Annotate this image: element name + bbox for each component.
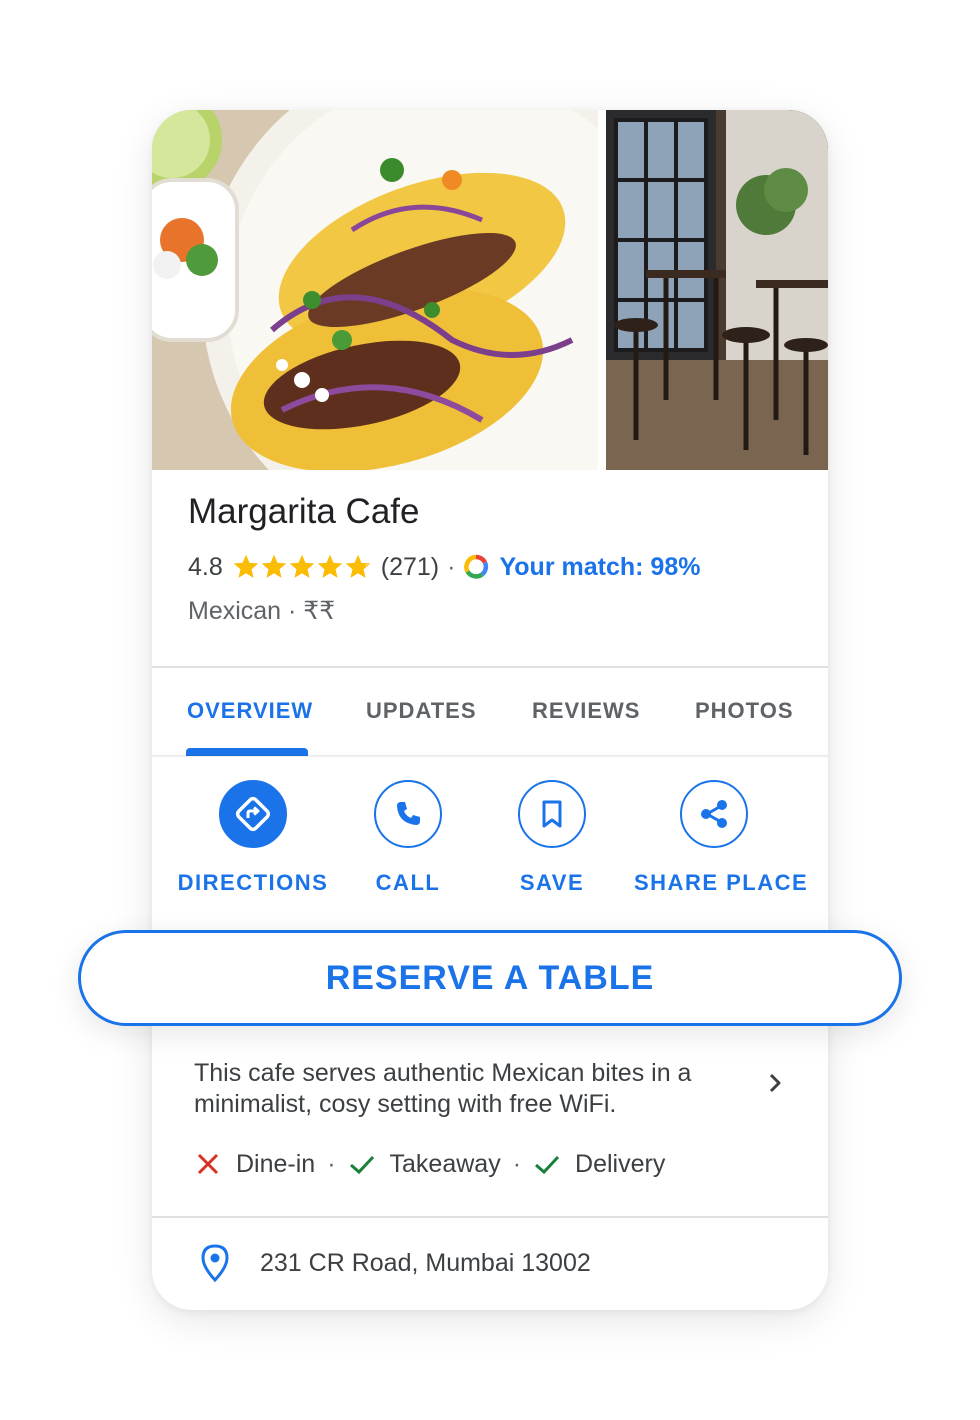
place-card: Margarita Cafe 4.8 (271) · Your match: 9… [152, 110, 828, 1310]
divider [152, 1216, 828, 1218]
tab-bar: OVERVIEW UPDATES REVIEWS PHOTOS [152, 668, 828, 756]
rating-value: 4.8 [188, 552, 223, 581]
directions-button[interactable]: DIRECTIONS [173, 780, 333, 910]
save-button[interactable]: SAVE [472, 780, 632, 910]
service-takeaway: Takeaway [389, 1149, 501, 1178]
location-pin-icon [201, 1244, 229, 1283]
star-full-icon [261, 554, 286, 578]
star-rating [233, 554, 373, 580]
separator-dot: · [327, 1149, 336, 1178]
save-label: SAVE [519, 870, 585, 895]
tabs-shadow [152, 755, 828, 758]
google-logo-icon [464, 554, 489, 579]
service-options: Dine-in · Takeaway · Delivery [194, 1148, 665, 1180]
address-row[interactable]: 231 CR Road, Mumbai 13002 [198, 1243, 591, 1283]
tab-updates[interactable]: UPDATES [366, 698, 477, 724]
star-full-icon [317, 554, 342, 578]
directions-icon [219, 780, 287, 848]
service-dine-in: Dine-in [236, 1149, 316, 1178]
food-photo[interactable] [152, 110, 598, 470]
tab-photos[interactable]: PHOTOS [695, 698, 794, 724]
bookmark-icon [518, 780, 586, 848]
star-partial-icon [345, 554, 370, 578]
star-full-icon [233, 554, 258, 578]
match-score[interactable]: Your match: 98% [499, 553, 700, 582]
rating-row: 4.8 (271) · Your match: 98% [188, 551, 700, 583]
check-icon [535, 1155, 560, 1175]
tab-overview[interactable]: OVERVIEW [187, 698, 313, 724]
interior-photo[interactable] [606, 110, 828, 470]
share-place-button[interactable]: SHARE PLACE [634, 780, 809, 910]
separator-dot: · [512, 1149, 522, 1178]
call-button[interactable]: CALL [328, 780, 488, 910]
star-full-icon [289, 554, 314, 578]
reserve-table-button[interactable]: RESERVE A TABLE [78, 930, 902, 1026]
address-text: 231 CR Road, Mumbai 13002 [260, 1248, 591, 1277]
separator-dot: · [447, 552, 456, 581]
service-delivery: Delivery [575, 1149, 666, 1178]
cross-icon [197, 1153, 219, 1175]
share-place-label: SHARE PLACE [634, 870, 809, 895]
photo-strip[interactable] [152, 110, 828, 470]
directions-label: DIRECTIONS [177, 870, 329, 895]
tab-reviews[interactable]: REVIEWS [532, 698, 640, 724]
check-icon [349, 1155, 374, 1175]
place-name: Margarita Cafe [188, 492, 420, 531]
phone-icon [374, 780, 442, 848]
chevron-right-icon[interactable] [762, 1070, 788, 1096]
review-count[interactable]: (271) [381, 553, 439, 582]
place-description[interactable]: This cafe serves authentic Mexican bites… [194, 1058, 754, 1120]
cuisine-price: Mexican · ₹₹ [188, 597, 336, 625]
share-icon [680, 780, 748, 848]
call-label: CALL [375, 870, 441, 895]
